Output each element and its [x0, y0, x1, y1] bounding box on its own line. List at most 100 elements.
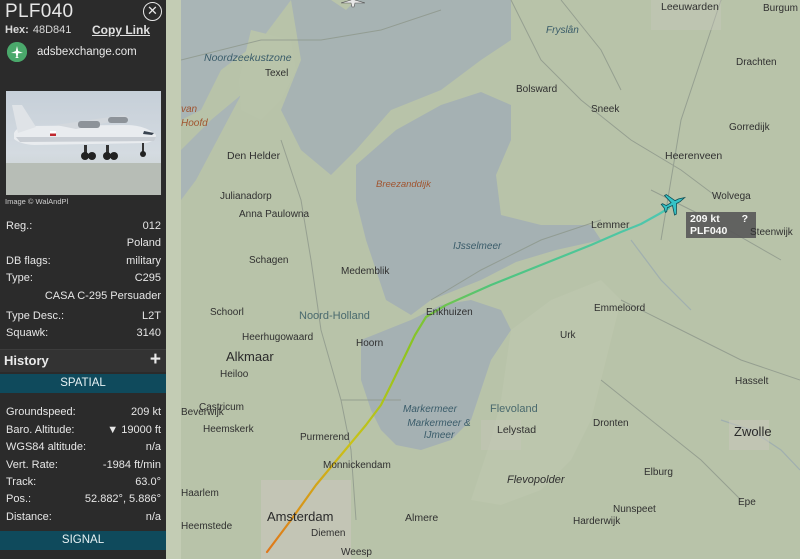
- spatial-value: n/a: [145, 441, 161, 453]
- hex-label: Hex:: [5, 24, 29, 36]
- map-label-amsterdam: Amsterdam: [267, 509, 334, 524]
- map-label-heiloo: Heiloo: [220, 369, 249, 380]
- info-label: Reg.:: [6, 220, 33, 232]
- map-label-den-helder: Den Helder: [227, 150, 281, 162]
- map-label-fryslan: Fryslân: [546, 25, 579, 36]
- info-label: Type Desc.:: [6, 310, 65, 322]
- info-label: Type:: [6, 272, 33, 284]
- copy-link[interactable]: Copy Link: [92, 23, 150, 37]
- map-label-zwolle: Zwolle: [734, 424, 772, 439]
- aircraft-marker-icon[interactable]: [341, 0, 365, 8]
- info-label: DB flags:: [6, 255, 51, 267]
- info-value: military: [126, 255, 161, 267]
- map-label-julianadorp: Julianadorp: [220, 191, 272, 202]
- map-label-markermeer-ijmeer: Markermeer & IJmeer: [407, 418, 471, 441]
- map-label-burgum: Burgum: [763, 3, 799, 14]
- callsign-title: PLF040: [5, 1, 74, 22]
- map-label-harderwijk: Harderwijk: [573, 516, 621, 527]
- map-label-hoofd: Hoofd: [181, 118, 208, 129]
- close-icon[interactable]: ✕: [143, 2, 162, 21]
- map-label-monnickendam: Monnickendam: [323, 460, 391, 471]
- map-label-weesp: Weesp: [341, 547, 372, 558]
- map-canvas: [181, 0, 800, 559]
- map-label-bakel: van: [181, 104, 198, 115]
- info-label: Squawk:: [6, 327, 49, 339]
- spatial-label: Distance:: [6, 511, 52, 523]
- info-value: L2T: [142, 310, 161, 322]
- map-view[interactable]: 209 kt ? PLF040 Leeuwarden Burgum Fryslâ…: [181, 0, 800, 559]
- map-label-dronten: Dronten: [593, 418, 629, 429]
- map-label-drachten: Drachten: [736, 57, 777, 68]
- map-label-elburg: Elburg: [644, 467, 673, 478]
- spatial-label: Track:: [6, 476, 37, 488]
- map-label-beverwijk: Beverwijk: [181, 407, 224, 418]
- spatial-value: 63.0°: [135, 476, 161, 488]
- map-label-markermeer: Markermeer: [403, 404, 457, 415]
- history-title: History: [4, 353, 49, 368]
- signal-section-header[interactable]: SIGNAL: [0, 531, 166, 550]
- spatial-label: Groundspeed:: [6, 406, 76, 418]
- map-label-hasselt: Hasselt: [735, 376, 769, 387]
- app-window: PLF040 ✕ Hex: 48D841 Copy Link adsbexchan…: [0, 0, 800, 559]
- aircraft-photo: [6, 91, 161, 195]
- map-label-steenwijk: Steenwijk: [750, 227, 793, 238]
- adsbexchange-logo-icon: [7, 42, 27, 62]
- photo-credit: Image © WalAndPl: [5, 197, 69, 206]
- panel-divider[interactable]: [166, 0, 181, 559]
- spatial-value: ▼ 19000 ft: [107, 424, 161, 436]
- map-label-heemstede: Heemstede: [181, 521, 233, 532]
- info-value: 3140: [136, 327, 161, 339]
- info-value: C295: [134, 272, 161, 284]
- aircraft-label[interactable]: 209 kt ? PLF040: [686, 212, 756, 238]
- spatial-value: -1984 ft/min: [102, 459, 161, 471]
- spatial-value: n/a: [145, 511, 161, 523]
- map-label-diemen: Diemen: [311, 528, 346, 539]
- map-label-flevopolder: Flevopolder: [507, 474, 565, 486]
- spatial-value: 209 kt: [131, 406, 161, 418]
- map-label-flevoland: Flevoland: [490, 403, 538, 415]
- info-value: 012: [142, 220, 161, 232]
- map-label-schoorl: Schoorl: [210, 307, 244, 318]
- map-label-alkmaar: Alkmaar: [226, 349, 274, 364]
- map-label-purmerend: Purmerend: [300, 432, 350, 443]
- adsbexchange-label: adsbexchange.com: [37, 46, 137, 58]
- map-label-heerenveen: Heerenveen: [665, 150, 723, 162]
- map-label-epe: Epe: [738, 497, 756, 508]
- map-label-wolvega: Wolvega: [712, 191, 751, 202]
- map-label-texel: Texel: [265, 68, 289, 79]
- aircraft-unknown-mark: ?: [741, 213, 748, 225]
- map-label-lelystad: Lelystad: [497, 424, 537, 436]
- map-label-almere: Almere: [405, 512, 439, 524]
- hex-value: 48D841: [32, 24, 72, 36]
- map-label-nunspeet: Nunspeet: [613, 504, 656, 515]
- map-label-heemskerk: Heemskerk: [203, 424, 254, 435]
- map-label-leeuwarden: Leeuwarden: [661, 1, 719, 13]
- spatial-label: WGS84 altitude:: [6, 441, 87, 453]
- aircraft-icon: [660, 194, 687, 216]
- map-label-haarlem: Haarlem: [181, 488, 219, 499]
- map-label-schagen: Schagen: [249, 255, 289, 266]
- hex-row: Hex: 48D841: [5, 24, 71, 36]
- map-label-ijsselmeer: IJsselmeer: [453, 241, 502, 252]
- spatial-label: Baro. Altitude:: [6, 424, 75, 436]
- map-label-lemmer: Lemmer: [591, 219, 630, 231]
- map-label-breezanddijk: Breezanddijk: [376, 179, 431, 190]
- spatial-section-header[interactable]: SPATIAL: [0, 374, 166, 393]
- spatial-label: Pos.:: [6, 493, 32, 505]
- expand-plus-icon[interactable]: +: [150, 349, 161, 371]
- history-header[interactable]: History +: [0, 349, 166, 372]
- aircraft-info-panel: PLF040 ✕ Hex: 48D841 Copy Link adsbexchan…: [0, 0, 166, 559]
- map-label-bolsward: Bolsward: [516, 84, 558, 95]
- info-value: CASA C-295 Persuader: [44, 290, 161, 302]
- spatial-value: 52.882°, 5.886°: [84, 493, 161, 505]
- map-label-enkhuizen: Enkhuizen: [426, 307, 473, 318]
- map-label-medemblik: Medemblik: [341, 266, 390, 277]
- spatial-label: Vert. Rate:: [6, 459, 58, 471]
- map-label-hoorn: Hoorn: [356, 338, 384, 349]
- aircraft-callsign: PLF040: [690, 225, 728, 237]
- map-label-emmeloord: Emmeloord: [594, 303, 646, 314]
- map-label-sneek: Sneek: [591, 104, 620, 115]
- info-value: Poland: [126, 237, 161, 249]
- map-label-noordzeekustzone: Noordzeekustzone: [204, 52, 292, 64]
- map-label-noord-holland: Noord-Holland: [299, 310, 370, 322]
